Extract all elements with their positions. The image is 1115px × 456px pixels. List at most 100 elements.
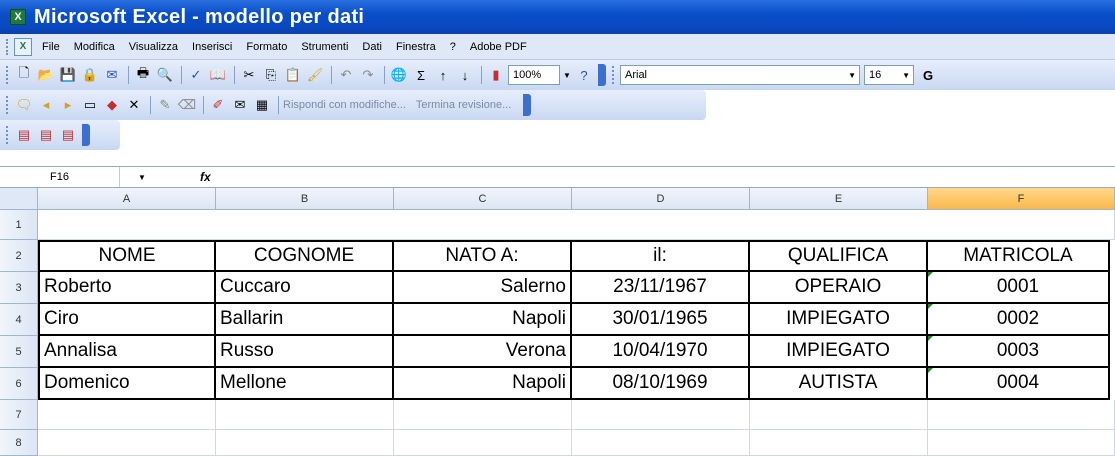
zoom-field[interactable]: 100% bbox=[508, 65, 560, 85]
table-cell[interactable]: Ciro bbox=[38, 304, 216, 336]
table-cell[interactable]: Verona bbox=[394, 336, 572, 368]
error-indicator-icon[interactable] bbox=[928, 272, 933, 277]
row-header-5[interactable]: 5 bbox=[0, 336, 38, 368]
next-comment-icon[interactable]: ▸ bbox=[58, 95, 78, 115]
table-cell[interactable]: Napoli bbox=[394, 304, 572, 336]
table-cell[interactable]: 08/10/1969 bbox=[572, 368, 750, 400]
header-cell-nato-a[interactable]: NATO A: bbox=[394, 240, 572, 272]
ink-clear-icon[interactable]: ⌫ bbox=[177, 95, 197, 115]
table-cell[interactable]: Cuccaro bbox=[216, 272, 394, 304]
table-cell[interactable]: 30/01/1965 bbox=[572, 304, 750, 336]
header-cell-cognome[interactable]: COGNOME bbox=[216, 240, 394, 272]
reply-with-changes-button[interactable]: Rispondi con modifiche... bbox=[283, 99, 406, 111]
row-header-4[interactable]: 4 bbox=[0, 304, 38, 336]
sort-ascending-icon[interactable]: ↑ bbox=[433, 65, 453, 85]
paste-icon[interactable]: 📋 bbox=[283, 65, 303, 85]
table-cell[interactable]: Salerno bbox=[394, 272, 572, 304]
error-indicator-icon[interactable] bbox=[928, 336, 933, 341]
table-cell[interactable]: 0002 bbox=[928, 304, 1110, 336]
bold-button[interactable]: G bbox=[918, 65, 938, 85]
menu-file[interactable]: File bbox=[42, 41, 60, 53]
table-row-empty[interactable] bbox=[38, 400, 216, 430]
error-indicator-icon[interactable] bbox=[928, 368, 933, 373]
table-cell[interactable]: 0004 bbox=[928, 368, 1110, 400]
table-cell[interactable]: IMPIEGATO bbox=[750, 336, 928, 368]
function-icon[interactable]: fx bbox=[200, 170, 211, 184]
table-cell[interactable]: Napoli bbox=[394, 368, 572, 400]
row-header-1[interactable]: 1 bbox=[0, 210, 38, 240]
font-name-field[interactable]: Arial ▼ bbox=[620, 65, 860, 85]
menu-dati[interactable]: Dati bbox=[362, 41, 382, 53]
chart-wizard-icon[interactable]: ▮ bbox=[486, 65, 506, 85]
open-icon[interactable]: 📂 bbox=[36, 65, 56, 85]
header-cell-nome[interactable]: NOME bbox=[38, 240, 216, 272]
table-row-empty[interactable] bbox=[750, 400, 928, 430]
table-row-empty[interactable] bbox=[928, 430, 1115, 456]
cut-icon[interactable]: ✂ bbox=[239, 65, 259, 85]
comment-icon[interactable]: 🗨 bbox=[14, 95, 34, 115]
table-cell[interactable]: Ballarin bbox=[216, 304, 394, 336]
hyperlink-icon[interactable]: 🌐 bbox=[389, 65, 409, 85]
table-cell[interactable]: Domenico bbox=[38, 368, 216, 400]
show-all-comments-icon[interactable]: ◆ bbox=[102, 95, 122, 115]
font-size-field[interactable]: 16 ▼ bbox=[864, 65, 914, 85]
column-header-b[interactable]: B bbox=[216, 188, 394, 210]
new-icon[interactable]: 🗋 bbox=[14, 65, 34, 85]
row-header-7[interactable]: 7 bbox=[0, 400, 38, 430]
error-indicator-icon[interactable] bbox=[928, 304, 933, 309]
table-row-empty[interactable] bbox=[572, 400, 750, 430]
table-row-empty[interactable] bbox=[394, 400, 572, 430]
column-header-a[interactable]: A bbox=[38, 188, 216, 210]
copy-icon[interactable]: ⎘ bbox=[261, 65, 281, 85]
table-cell[interactable]: 0003 bbox=[928, 336, 1110, 368]
table-row-empty[interactable] bbox=[216, 430, 394, 456]
end-review-button[interactable]: Termina revisione... bbox=[416, 99, 511, 111]
menu-help[interactable]: ? bbox=[450, 41, 456, 53]
table-cell[interactable]: IMPIEGATO bbox=[750, 304, 928, 336]
format-painter-icon[interactable]: 🖌 bbox=[305, 65, 325, 85]
toolbar-grip-icon[interactable] bbox=[6, 126, 10, 144]
table-cell[interactable]: 23/11/1967 bbox=[572, 272, 750, 304]
autosum-icon[interactable]: Σ bbox=[411, 65, 431, 85]
menu-inserisci[interactable]: Inserisci bbox=[192, 41, 232, 53]
table-cell[interactable]: Annalisa bbox=[38, 336, 216, 368]
select-all-button[interactable] bbox=[0, 188, 38, 210]
undo-icon[interactable]: ↶ bbox=[336, 65, 356, 85]
toolbar-options-icon[interactable] bbox=[82, 124, 90, 146]
row-header-8[interactable]: 8 bbox=[0, 430, 38, 456]
toolbar-grip-icon[interactable] bbox=[6, 96, 10, 114]
row-header-3[interactable]: 3 bbox=[0, 272, 38, 304]
header-cell-il[interactable]: il: bbox=[572, 240, 750, 272]
row-header-6[interactable]: 6 bbox=[0, 368, 38, 400]
track-changes-icon[interactable]: ✐ bbox=[208, 95, 228, 115]
chevron-down-icon[interactable]: ▼ bbox=[848, 71, 859, 80]
table-row-empty[interactable] bbox=[216, 400, 394, 430]
convert-pdf-icon[interactable]: ▤ bbox=[14, 125, 34, 145]
table-row-empty[interactable] bbox=[394, 430, 572, 456]
column-header-e[interactable]: E bbox=[750, 188, 928, 210]
chevron-down-icon[interactable]: ▼ bbox=[138, 173, 146, 182]
show-comment-icon[interactable]: ▭ bbox=[80, 95, 100, 115]
redo-icon[interactable]: ↷ bbox=[358, 65, 378, 85]
column-header-d[interactable]: D bbox=[572, 188, 750, 210]
table-row-empty[interactable] bbox=[38, 430, 216, 456]
header-cell-qualifica[interactable]: QUALIFICA bbox=[750, 240, 928, 272]
row-header-2[interactable]: 2 bbox=[0, 240, 38, 272]
table-row-empty[interactable] bbox=[750, 430, 928, 456]
delete-comment-icon[interactable]: ✕ bbox=[124, 95, 144, 115]
table-cell[interactable]: 0001 bbox=[928, 272, 1110, 304]
convert-pdf-review-icon[interactable]: ▤ bbox=[58, 125, 78, 145]
menu-strumenti[interactable]: Strumenti bbox=[301, 41, 348, 53]
help-icon[interactable]: ? bbox=[574, 65, 594, 85]
toolbar-grip-icon[interactable] bbox=[6, 66, 10, 84]
table-cell[interactable]: Russo bbox=[216, 336, 394, 368]
table-cell[interactable]: Roberto bbox=[38, 272, 216, 304]
ink-icon[interactable]: ✎ bbox=[155, 95, 175, 115]
table-cell[interactable]: AUTISTA bbox=[750, 368, 928, 400]
menu-modifica[interactable]: Modifica bbox=[74, 41, 115, 53]
spelling-icon[interactable]: ✓ bbox=[186, 65, 206, 85]
toolbar-grip-icon[interactable] bbox=[612, 66, 616, 84]
table-cell[interactable]: 10/04/1970 bbox=[572, 336, 750, 368]
email-icon[interactable]: ✉ bbox=[102, 65, 122, 85]
excel-icon[interactable]: X bbox=[10, 9, 26, 25]
